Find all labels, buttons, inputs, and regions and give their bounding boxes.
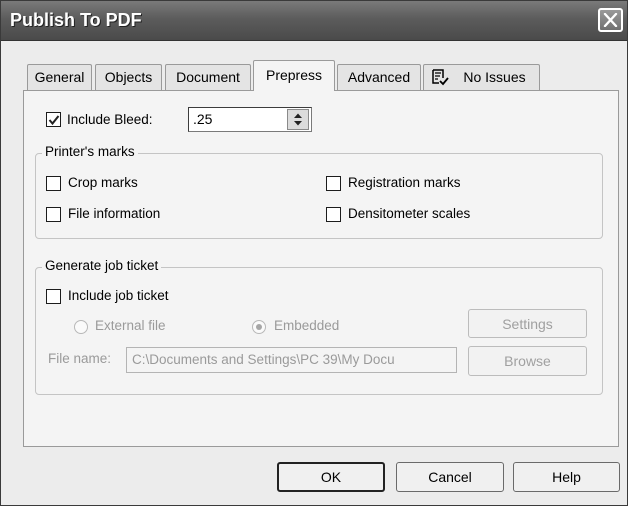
bleed-spinner-input[interactable]: .25 — [188, 107, 312, 132]
window-title: Publish To PDF — [10, 10, 142, 30]
crop-marks-checkbox[interactable] — [46, 176, 61, 191]
settings-button-label: Settings — [502, 316, 553, 332]
tab-label: Advanced — [347, 69, 411, 85]
file-information-label: File information — [68, 206, 161, 221]
file-name-input[interactable]: C:\Documents and Settings\PC 39\My Docu — [126, 347, 457, 373]
radio-selected-dot — [256, 324, 262, 330]
tab-prepress[interactable]: Prepress — [253, 60, 335, 91]
close-button[interactable] — [598, 8, 623, 32]
tab-objects[interactable]: Objects — [95, 64, 162, 90]
tab-general[interactable]: General — [27, 64, 92, 90]
bleed-spinner-buttons[interactable] — [287, 109, 309, 130]
file-name-label: File name: — [48, 351, 112, 366]
crop-marks-label: Crop marks — [68, 175, 138, 190]
printers-marks-group: Printer's marks — [35, 144, 603, 239]
tab-label: General — [34, 69, 85, 85]
checkmark-icon — [48, 115, 60, 126]
browse-button[interactable]: Browse — [468, 346, 587, 376]
bleed-value: .25 — [193, 111, 213, 127]
close-icon — [603, 13, 618, 27]
include-bleed-checkbox[interactable] — [46, 112, 61, 127]
help-button-label: Help — [552, 469, 581, 485]
file-information-checkbox[interactable] — [46, 207, 61, 222]
external-file-radio[interactable] — [74, 320, 88, 334]
registration-marks-checkbox[interactable] — [326, 176, 341, 191]
cancel-button-label: Cancel — [428, 469, 472, 485]
tab-label: Objects — [104, 69, 153, 85]
job-ticket-legend: Generate job ticket — [42, 258, 162, 273]
settings-button[interactable]: Settings — [468, 309, 587, 338]
densitometer-scales-label: Densitometer scales — [348, 206, 471, 221]
external-file-label: External file — [95, 318, 166, 333]
tab-no-issues[interactable]: No Issues — [423, 64, 540, 90]
tab-advanced[interactable]: Advanced — [337, 64, 421, 90]
spin-arrows-icon — [294, 113, 302, 126]
help-button[interactable]: Help — [513, 462, 620, 492]
include-job-ticket-checkbox[interactable] — [46, 289, 61, 304]
browse-button-label: Browse — [504, 353, 551, 369]
tab-label: Document — [176, 69, 240, 85]
tab-label: No Issues — [463, 69, 526, 85]
embedded-radio[interactable] — [252, 320, 266, 334]
registration-marks-label: Registration marks — [348, 175, 461, 190]
tab-document[interactable]: Document — [165, 64, 251, 90]
embedded-label: Embedded — [274, 318, 340, 333]
ok-button[interactable]: OK — [277, 462, 385, 492]
include-job-ticket-label: Include job ticket — [68, 288, 169, 303]
cancel-button[interactable]: Cancel — [396, 462, 504, 492]
title-bar[interactable]: Publish To PDF — [1, 1, 627, 41]
include-bleed-label: Include Bleed: — [67, 112, 153, 127]
printers-marks-legend: Printer's marks — [42, 144, 138, 159]
ok-button-label: OK — [320, 469, 342, 485]
tab-label: Prepress — [265, 67, 323, 83]
densitometer-scales-checkbox[interactable] — [326, 207, 341, 222]
